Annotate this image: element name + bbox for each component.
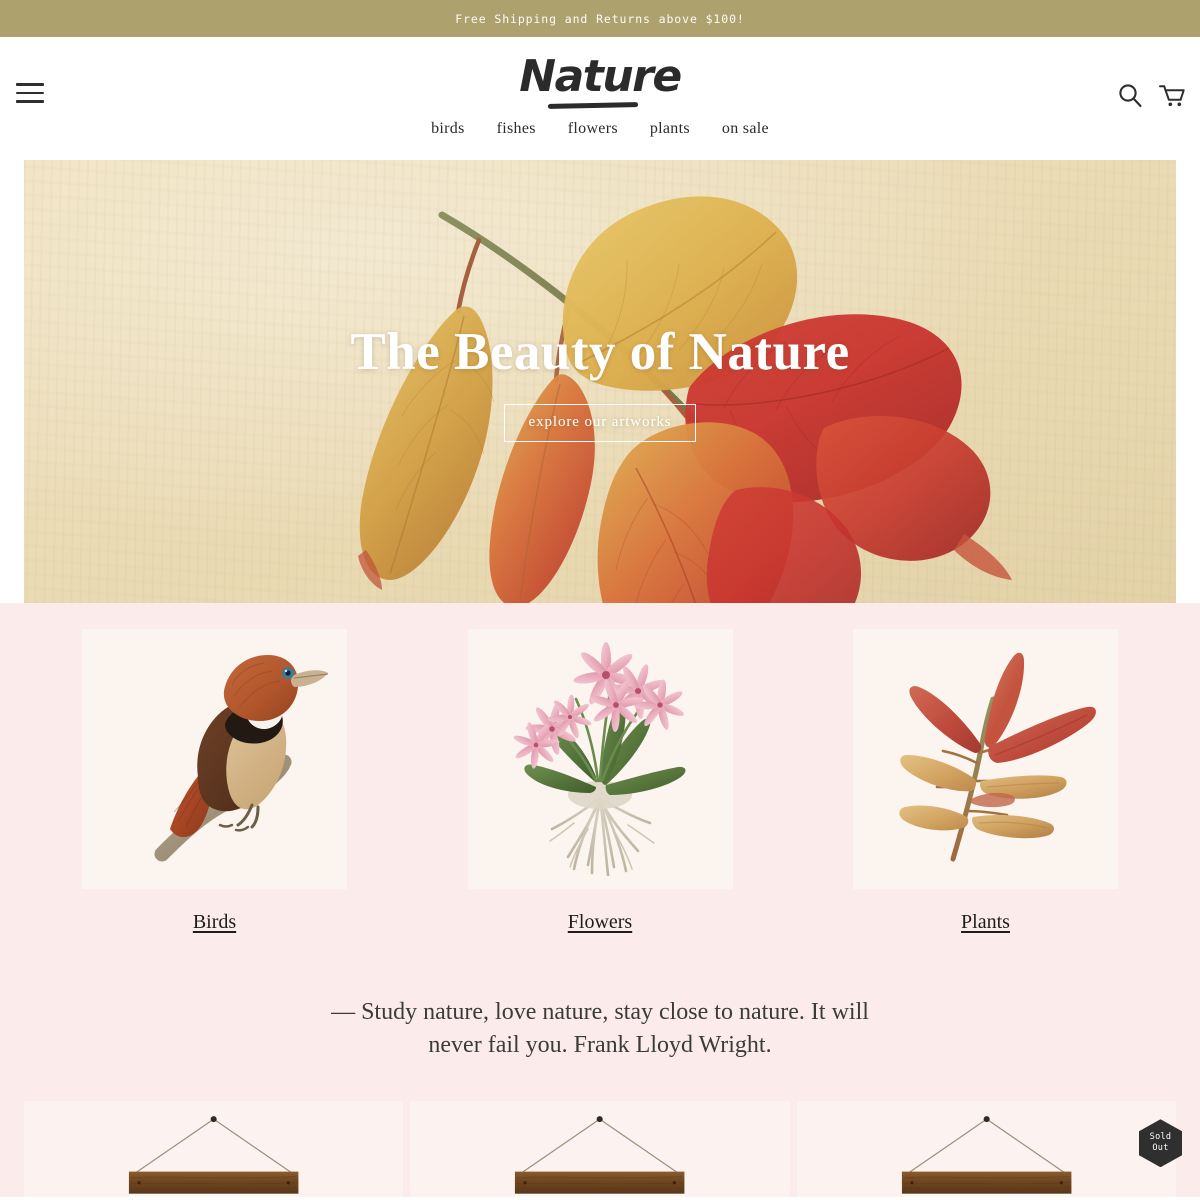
nav-item-on-sale[interactable]: on sale (722, 120, 769, 138)
search-icon[interactable] (1117, 82, 1144, 109)
flowers-artwork (467, 629, 733, 889)
category-label-plants: Plants (853, 911, 1118, 934)
nav-item-birds[interactable]: birds (431, 120, 465, 138)
hamburger-icon[interactable] (16, 83, 44, 103)
announcement-text: Free Shipping and Returns above $100! (455, 11, 745, 26)
category-link-birds[interactable]: Birds (193, 911, 236, 933)
announcement-bar: Free Shipping and Returns above $100! (0, 0, 1200, 37)
category-label-flowers: Flowers (468, 911, 733, 934)
header-icons (1117, 82, 1186, 109)
sold-out-line-2: Out (1152, 1143, 1169, 1154)
products-strip: Sold Out (0, 1101, 1200, 1198)
category-card-plants[interactable]: Plants (853, 629, 1118, 934)
category-label-birds: Birds (82, 911, 347, 934)
nav-item-fishes[interactable]: fishes (497, 120, 536, 138)
hero-banner: The Beauty of Nature explore our artwork… (24, 160, 1176, 603)
cart-icon[interactable] (1158, 83, 1186, 109)
product-card[interactable] (796, 1101, 1176, 1198)
hamburger-line (16, 100, 44, 103)
quote-section: — Study nature, love nature, stay close … (0, 934, 1200, 1102)
product-card[interactable] (410, 1101, 790, 1198)
explore-artworks-button[interactable]: explore our artworks (503, 403, 697, 442)
nav-item-flowers[interactable]: flowers (568, 120, 618, 138)
category-grid: Birds Flowers Plants (0, 629, 1200, 934)
category-link-flowers[interactable]: Flowers (568, 911, 632, 933)
birds-artwork (82, 629, 347, 889)
sold-out-line-1: Sold (1149, 1131, 1172, 1142)
site-header: Nature (0, 37, 1200, 120)
hero-title: The Beauty of Nature (350, 322, 850, 381)
product-card[interactable] (24, 1101, 404, 1198)
quote-text: — Study nature, love nature, stay close … (331, 999, 869, 1058)
category-link-plants[interactable]: Plants (961, 911, 1010, 933)
hero-content: The Beauty of Nature explore our artwork… (24, 160, 1176, 603)
primary-navigation: birds fishes flowers plants on sale (0, 120, 1200, 160)
nav-item-plants[interactable]: plants (650, 120, 690, 138)
hamburger-line (16, 83, 44, 86)
site-logo[interactable]: Nature (519, 54, 682, 99)
category-card-flowers[interactable]: Flowers (467, 629, 733, 934)
plants-artwork (853, 629, 1118, 889)
category-card-birds[interactable]: Birds (82, 629, 347, 934)
hamburger-line (16, 91, 44, 95)
categories-section: Birds Flowers Plants (0, 603, 1200, 934)
